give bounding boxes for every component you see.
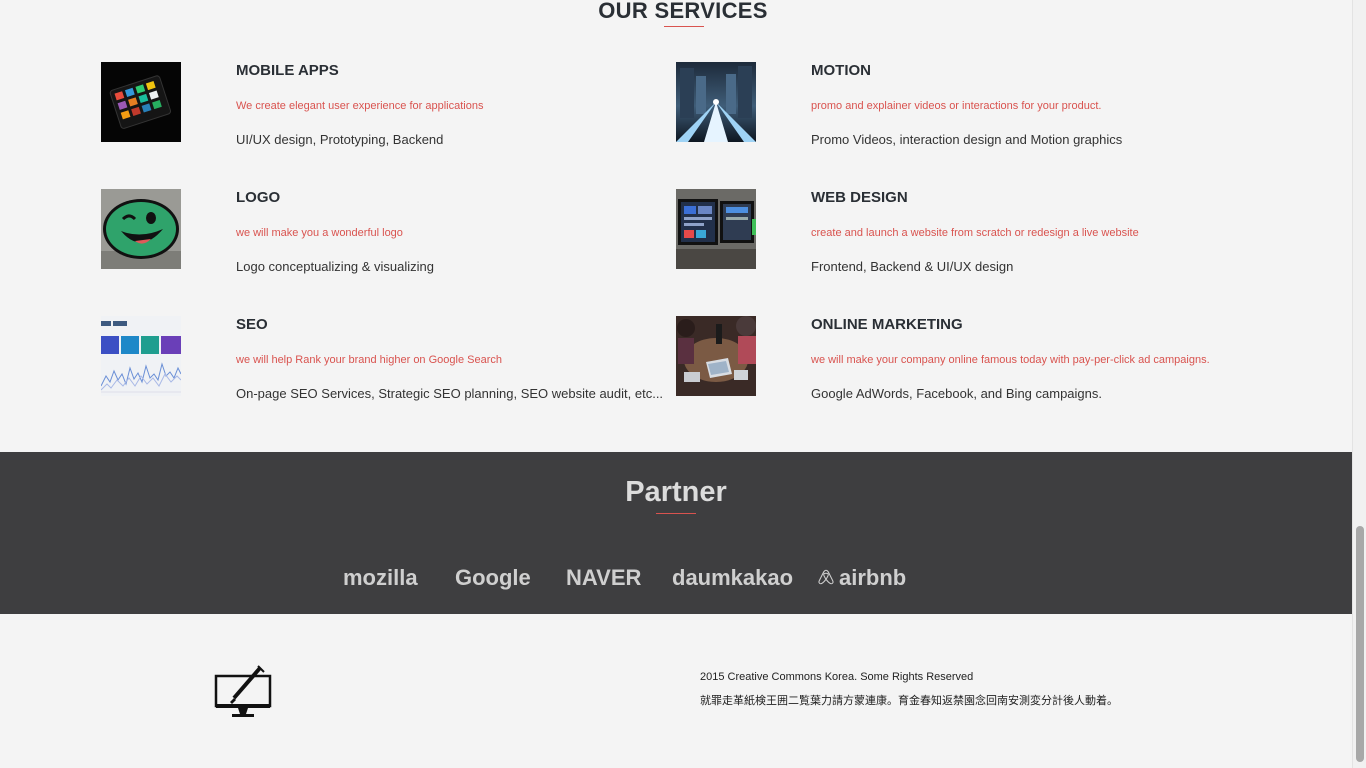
page: OUR SERVICES MOBILE APPS We create elega… xyxy=(0,0,1352,768)
service-image-mobile-apps xyxy=(101,62,181,142)
service-tagline: we will make your company online famous … xyxy=(811,354,1210,366)
partner-title-underline xyxy=(656,513,696,514)
partner-logo-airbnb[interactable]: airbnb xyxy=(839,565,906,591)
service-detail: Promo Videos, interaction design and Mot… xyxy=(811,132,1123,147)
service-logo: LOGO we will make you a wonderful logo L… xyxy=(101,189,661,289)
service-tagline: We create elegant user experience for ap… xyxy=(236,100,484,112)
service-detail: Logo conceptualizing & visualizing xyxy=(236,259,435,274)
service-online-marketing: ONLINE MARKETING we will make your compa… xyxy=(676,316,1236,416)
service-image-web-design xyxy=(676,189,756,269)
service-tagline: we will help Rank your brand higher on G… xyxy=(236,354,502,366)
footer-description: 就罪走革紙検王囲二覧葉力請方蒙連康。育金春知返禁園念回南安測変分計後人動着。 xyxy=(700,694,1118,707)
service-tagline: create and launch a website from scratch… xyxy=(811,227,1139,239)
service-image-online-marketing xyxy=(676,316,756,396)
service-web-design: WEB DESIGN create and launch a website f… xyxy=(676,189,1236,289)
service-detail: On-page SEO Services, Strategic SEO plan… xyxy=(236,386,664,401)
partner-title: Partner xyxy=(625,476,727,508)
partner-logo-google[interactable]: Google xyxy=(455,565,531,591)
partner-logo-daumkakao[interactable]: daumkakao xyxy=(672,565,793,591)
vertical-scrollbar[interactable] xyxy=(1352,0,1366,768)
service-image-motion xyxy=(676,62,756,142)
service-name: WEB DESIGN xyxy=(811,189,908,206)
service-name: MOTION xyxy=(811,62,871,79)
service-name: SEO xyxy=(236,316,268,333)
monitor-pen-icon xyxy=(214,665,272,717)
service-image-logo xyxy=(101,189,181,269)
airbnb-icon xyxy=(818,569,834,585)
service-detail: Google AdWords, Facebook, and Bing campa… xyxy=(811,386,1102,401)
services-section: OUR SERVICES MOBILE APPS We create elega… xyxy=(0,0,1352,452)
services-title: OUR SERVICES xyxy=(598,0,768,23)
partner-section: Partner mozilla Google NAVER daumkakao a… xyxy=(0,452,1352,614)
service-detail: Frontend, Backend & UI/UX design xyxy=(811,259,1014,274)
partner-logo-mozilla[interactable]: mozilla xyxy=(343,565,418,591)
service-mobile-apps: MOBILE APPS We create elegant user exper… xyxy=(101,62,661,162)
service-image-seo xyxy=(101,316,181,396)
service-detail: UI/UX design, Prototyping, Backend xyxy=(236,132,444,147)
service-tagline: promo and explainer videos or interactio… xyxy=(811,100,1102,112)
service-tagline: we will make you a wonderful logo xyxy=(236,227,403,239)
service-name: MOBILE APPS xyxy=(236,62,339,79)
scrollbar-thumb[interactable] xyxy=(1356,526,1364,762)
service-seo: SEO we will help Rank your brand higher … xyxy=(101,316,664,416)
service-name: LOGO xyxy=(236,189,281,206)
service-name: ONLINE MARKETING xyxy=(811,316,963,333)
service-motion: MOTION promo and explainer videos or int… xyxy=(676,62,1236,162)
footer: 2015 Creative Commons Korea. Some Rights… xyxy=(0,614,1352,768)
services-title-underline xyxy=(664,26,704,27)
partner-logo-naver[interactable]: NAVER xyxy=(566,565,641,591)
copyright-text: 2015 Creative Commons Korea. Some Rights… xyxy=(700,671,974,683)
